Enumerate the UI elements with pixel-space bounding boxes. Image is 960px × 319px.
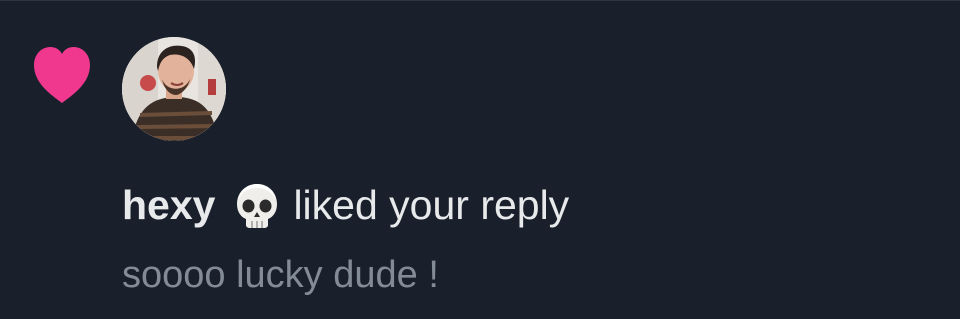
- notification-headline: hexy liked your reply: [122, 177, 569, 233]
- action-text: liked your reply: [293, 181, 570, 228]
- avatar[interactable]: [122, 37, 226, 141]
- like-notification[interactable]: hexy liked your reply soooo lucky dude !: [0, 0, 960, 319]
- skull-icon: [233, 181, 281, 229]
- username-link[interactable]: hexy: [122, 182, 215, 229]
- heart-icon: [30, 45, 94, 105]
- heart-shape: [34, 47, 90, 103]
- reply-text: soooo lucky dude !: [122, 254, 439, 296]
